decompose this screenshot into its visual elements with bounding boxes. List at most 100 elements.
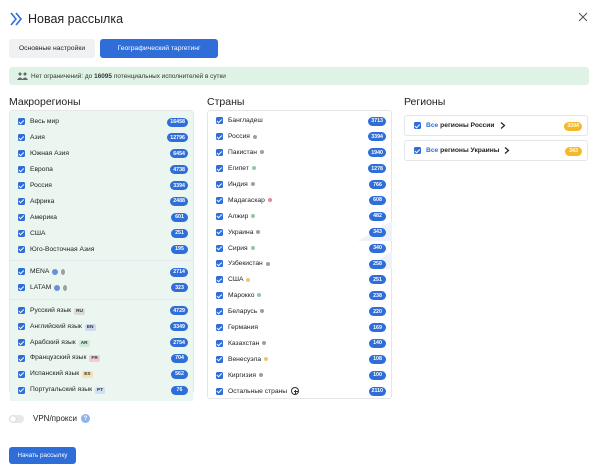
list-item[interactable]: Европа 4738 (10, 162, 193, 178)
checkbox-checked[interactable] (216, 228, 223, 236)
list-item[interactable]: Киргизия 100 (208, 367, 391, 383)
checkbox-checked[interactable] (216, 387, 223, 395)
checkbox-checked[interactable] (18, 182, 25, 189)
item-text: Английский язык (30, 322, 82, 330)
list-item[interactable]: Английский язык EN 3349 (10, 319, 193, 335)
checkbox-checked[interactable] (216, 117, 223, 125)
list-item[interactable]: Испанский язык ES 562 (10, 366, 193, 382)
region-item[interactable]: Все регионы России 3394 (404, 115, 588, 136)
checkbox-checked[interactable] (414, 147, 421, 154)
region-text: регионы Украины (440, 147, 500, 154)
checkbox-checked[interactable] (216, 308, 223, 316)
status-dot (256, 229, 261, 234)
list-item[interactable]: США 251 (208, 272, 391, 288)
list-item[interactable]: Венесуэла 108 (208, 351, 391, 367)
checkbox-checked[interactable] (18, 229, 25, 237)
checkbox-checked[interactable] (18, 213, 25, 221)
item-label: Украина (228, 229, 261, 236)
list-item[interactable]: Азия 12796 (10, 130, 193, 146)
chevron-right-icon[interactable] (504, 147, 510, 154)
list-item[interactable]: Казахстан 140 (208, 335, 391, 351)
list-item[interactable]: Украина 343 (208, 224, 391, 240)
tab-geo-targeting[interactable]: Географический таргетинг (100, 39, 218, 58)
item-text: Южная Азия (30, 150, 70, 158)
checkbox-checked[interactable] (18, 166, 25, 174)
checkbox-checked[interactable] (216, 292, 223, 300)
checkbox-checked[interactable] (18, 245, 25, 253)
list-item[interactable]: Арабский язык AR 2754 (10, 335, 193, 351)
item-label: MENA (30, 268, 66, 276)
vpn-toggle[interactable] (9, 414, 24, 423)
list-item[interactable]: Египет 1278 (208, 161, 391, 177)
item-text: Португальский язык (30, 386, 92, 394)
checkbox-checked[interactable] (216, 244, 223, 252)
checkbox-checked[interactable] (216, 371, 223, 379)
checkbox-checked[interactable] (18, 339, 25, 347)
list-item[interactable]: Алжир 482 (208, 208, 391, 224)
count-badge: 343 (369, 227, 386, 237)
list-item[interactable]: Сирия 340 (208, 240, 391, 256)
checkbox-checked[interactable] (216, 324, 223, 332)
list-item[interactable]: Португальский язык PT 76 (10, 382, 193, 398)
list-item[interactable]: Французский язык FR 704 (10, 350, 193, 366)
checkbox-checked[interactable] (18, 134, 25, 142)
checkbox-checked[interactable] (18, 323, 25, 331)
checkbox-checked[interactable] (18, 354, 25, 362)
checkbox-checked[interactable] (414, 122, 421, 129)
list-item[interactable]: Америка 601 (10, 209, 193, 225)
checkbox-checked[interactable] (216, 355, 223, 363)
status-dot (251, 166, 256, 171)
list-item[interactable]: США 251 (10, 225, 193, 241)
list-item[interactable]: Южная Азия 6454 (10, 146, 193, 162)
help-icon[interactable]: ? (80, 414, 90, 423)
list-item[interactable]: LATAM 323 (10, 280, 193, 296)
plus-circle-icon[interactable] (291, 387, 300, 396)
checkbox-checked[interactable] (216, 165, 223, 173)
checkbox-checked[interactable] (18, 307, 25, 315)
list-item[interactable]: Германия 169 (208, 320, 391, 336)
list-item[interactable]: Остальные страны 2110 (208, 383, 391, 399)
close-icon[interactable] (578, 12, 588, 22)
list-item[interactable]: Весь мир 16458 (10, 114, 193, 130)
checkbox-checked[interactable] (216, 196, 223, 204)
item-label: Мадагаскар (228, 197, 272, 204)
chevron-right-icon[interactable] (500, 122, 506, 129)
start-mailing-button[interactable]: Начать рассылку (9, 447, 76, 464)
list-item[interactable]: Русский язык RU 4729 (10, 303, 193, 319)
checkbox-checked[interactable] (18, 118, 25, 126)
checkbox-checked[interactable] (216, 212, 223, 220)
checkbox-checked[interactable] (216, 276, 223, 284)
checkbox-checked[interactable] (216, 260, 223, 268)
checkbox-checked[interactable] (18, 197, 25, 205)
list-item[interactable]: Россия 3394 (10, 178, 193, 194)
checkbox-checked[interactable] (216, 181, 223, 188)
checkbox-checked[interactable] (18, 386, 25, 394)
list-item[interactable]: Пакистан 1940 (208, 145, 391, 161)
list-item[interactable]: Африка 2488 (10, 193, 193, 209)
language-tag: AR (78, 339, 90, 347)
item-label: Египет (228, 165, 256, 172)
region-item[interactable]: Все регионы Украины 343 (404, 140, 588, 161)
list-item[interactable]: Россия 3394 (208, 129, 391, 145)
list-item[interactable]: Беларусь 220 (208, 304, 391, 320)
users-icon (17, 72, 28, 80)
list-item[interactable]: Узбекистан 258 (208, 256, 391, 272)
checkbox-checked[interactable] (216, 149, 223, 157)
list-item[interactable]: MENA 2714 (10, 264, 193, 280)
checkbox-checked[interactable] (18, 370, 25, 378)
checkbox-checked[interactable] (18, 268, 25, 276)
checkbox-checked[interactable] (216, 133, 223, 141)
list-item[interactable]: Индия 766 (208, 177, 391, 193)
list-item[interactable]: Бангладеш 3713 (208, 113, 391, 129)
list-item[interactable]: Мадагаскар 608 (208, 192, 391, 208)
item-text: MENA (30, 268, 50, 276)
checkbox-checked[interactable] (18, 284, 25, 292)
list-item[interactable]: Марокко 238 (208, 288, 391, 304)
list-item[interactable]: Юго-Восточная Азия 195 (10, 241, 193, 257)
checkbox-checked[interactable] (216, 339, 223, 347)
item-label: США (228, 276, 251, 283)
status-dot (262, 341, 267, 346)
checkbox-checked[interactable] (18, 150, 25, 158)
dialog-header: Новая рассылка (9, 10, 123, 28)
tab-basic-settings[interactable]: Основные настройки (9, 39, 95, 58)
